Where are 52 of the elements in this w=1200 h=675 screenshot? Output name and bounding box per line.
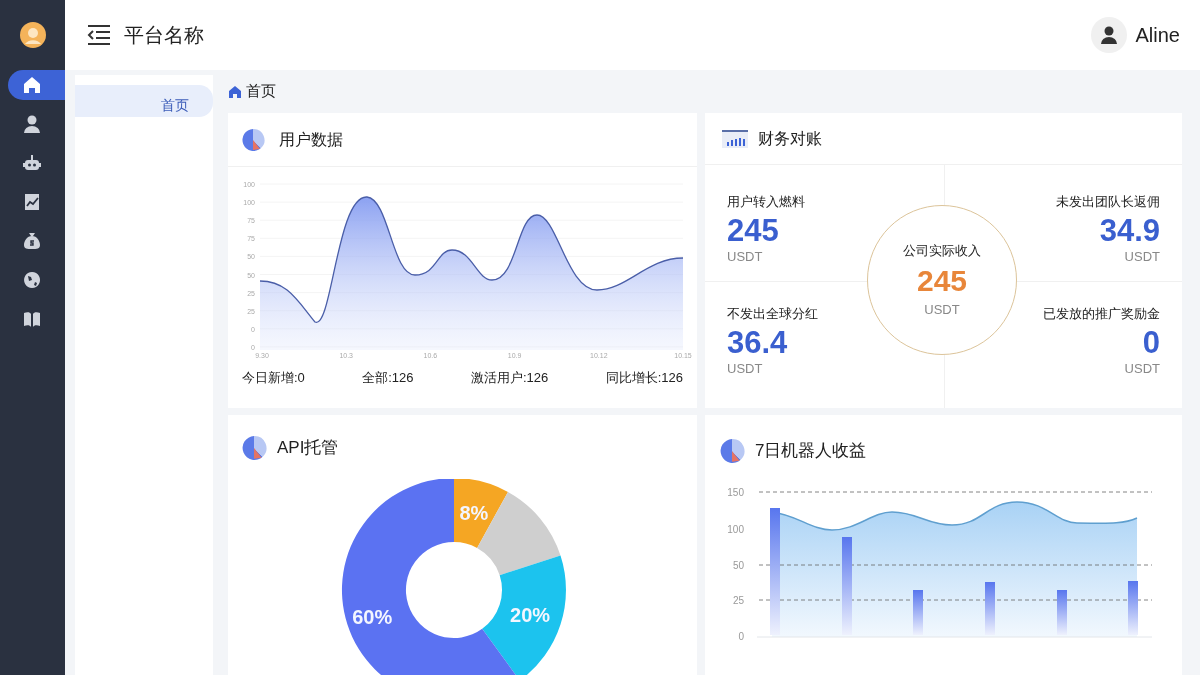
bar-chart-icon bbox=[722, 129, 748, 148]
stat-label: 未发出团队长返佣 bbox=[1056, 193, 1160, 211]
book-icon bbox=[23, 310, 41, 328]
circle-unit: USDT bbox=[924, 301, 960, 319]
circle-value: 245 bbox=[916, 263, 968, 299]
card-title: 财务对账 bbox=[758, 128, 822, 149]
globe-icon bbox=[23, 271, 41, 289]
card-title: 用户数据 bbox=[279, 129, 343, 150]
person-icon bbox=[1100, 26, 1117, 44]
stat-text: 今日新增:0 bbox=[242, 369, 305, 387]
money-bag-icon bbox=[23, 232, 41, 250]
axis-label: 50 bbox=[732, 560, 744, 571]
stat-value: 245 bbox=[727, 211, 779, 250]
unit-label: USDT bbox=[727, 361, 763, 376]
stat-value: 34.9 bbox=[1099, 211, 1160, 250]
pie-chart-icon bbox=[241, 127, 265, 152]
unit-label: USDT bbox=[1124, 249, 1160, 264]
circle-label: 公司实际收入 bbox=[903, 241, 981, 260]
stat-label: 不发出全球分红 bbox=[727, 305, 818, 323]
stat-text: 同比增长:126 bbox=[605, 369, 683, 387]
breadcrumb[interactable]: 首页 bbox=[246, 80, 276, 103]
home-icon bbox=[23, 76, 41, 94]
avatar-icon[interactable] bbox=[19, 22, 46, 48]
axis-label: 150 bbox=[727, 487, 744, 498]
menu-fold-icon[interactable] bbox=[86, 24, 112, 46]
axis-label: 0 bbox=[738, 631, 744, 642]
slice-label: 8% bbox=[459, 501, 489, 524]
home-icon bbox=[228, 84, 242, 99]
chart-icon bbox=[23, 193, 41, 211]
subnav-item[interactable]: 首页 bbox=[75, 85, 213, 117]
stat-value: 0 bbox=[1142, 323, 1160, 362]
sidebar-item[interactable] bbox=[8, 70, 65, 100]
pie-chart-icon bbox=[719, 438, 745, 464]
slice-label: 20% bbox=[510, 603, 551, 626]
unit-label: USDT bbox=[727, 249, 763, 264]
stat-value: 36.4 bbox=[727, 323, 788, 362]
person-icon bbox=[23, 115, 41, 133]
stat-text: 激活用户:126 bbox=[470, 369, 549, 387]
stat-label: 用户转入燃料 bbox=[727, 193, 805, 211]
axis-label: 25 bbox=[732, 595, 744, 606]
user-name[interactable]: Aline bbox=[1135, 20, 1180, 50]
user-avatar[interactable] bbox=[1090, 17, 1127, 53]
card-title: 7日机器人收益 bbox=[755, 440, 867, 463]
slice-label: 60% bbox=[352, 605, 393, 628]
stat-text: 全部:126 bbox=[362, 369, 414, 387]
pie-chart-icon bbox=[241, 435, 267, 461]
robot-icon bbox=[23, 154, 41, 172]
unit-label: USDT bbox=[1124, 361, 1160, 376]
stat-label: 已发放的推广奖励金 bbox=[1043, 305, 1160, 323]
card-title: API托管 bbox=[277, 437, 339, 460]
axis-label: 100 bbox=[727, 524, 744, 535]
platform-title: 平台名称 bbox=[124, 23, 204, 48]
